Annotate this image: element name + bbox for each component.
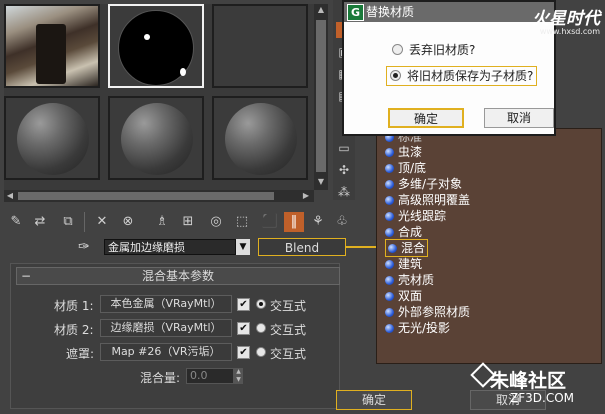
get-material-icon[interactable]: ✎	[6, 212, 26, 232]
list-item[interactable]: 建筑	[385, 256, 422, 272]
sample-slot-env[interactable]	[4, 4, 100, 88]
show-map-icon[interactable]: ⬚	[232, 212, 252, 232]
chevron-down-icon[interactable]: ▼	[236, 239, 250, 255]
material1-label: 材质 1:	[54, 299, 94, 313]
material-ball-icon	[385, 292, 394, 301]
material-ball-icon	[385, 148, 394, 157]
material-ball-icon	[385, 276, 394, 285]
list-item-selected[interactable]: 混合	[385, 239, 429, 257]
list-item[interactable]: 多维/子对象	[385, 176, 462, 192]
go-to-parent-icon[interactable]: ⚘	[308, 212, 328, 232]
material-id-icon[interactable]: ◎	[206, 212, 226, 232]
watermark-url: www.hxsd.com	[539, 27, 600, 36]
interactive-label: 交互式	[270, 323, 307, 337]
go-forward-sibling-icon[interactable]: ♧	[332, 212, 352, 232]
dialog-title: 替换材质	[366, 5, 415, 19]
sphere-preview	[121, 103, 193, 175]
list-item[interactable]: 合成	[385, 224, 422, 240]
options-icon[interactable]: ⁂	[336, 184, 352, 200]
material-ball-icon	[385, 260, 394, 269]
scroll-right-icon[interactable]: ▶	[300, 190, 312, 202]
material-ball-icon	[385, 180, 394, 189]
show-end-result-icon[interactable]: ⬛	[260, 212, 280, 232]
list-item[interactable]: 虫漆	[385, 144, 422, 160]
keep-radio[interactable]	[390, 70, 401, 81]
rollout-title: 混合基本参数	[141, 269, 214, 283]
material2-button[interactable]: 边缘磨损（VRayMtl）	[100, 319, 232, 337]
make-preview-icon[interactable]: ✣	[336, 162, 352, 178]
keep-as-submaterial-option[interactable]: 将旧材质保存为子材质?	[386, 66, 538, 86]
pick-material-icon[interactable]: ✑	[78, 238, 96, 256]
material1-enable-checkbox[interactable]: ✔	[237, 298, 250, 311]
material-ball-icon	[385, 308, 394, 317]
material-toolbar: ✎ ⇄ ⧉ ✕ ⊗ ♗ ⊞ ◎ ⬚ ⬛ ‖ ⚘ ♧	[4, 208, 374, 236]
mix-amount-spinner[interactable]: 0.0	[186, 368, 234, 384]
sphere-preview	[225, 103, 297, 175]
material-ball-icon	[385, 196, 394, 205]
list-item[interactable]: 顶/底	[385, 160, 426, 176]
watermark-brand: 火星时代	[532, 9, 600, 29]
interactive-label: 交互式	[270, 299, 307, 313]
interactive-label: 交互式	[270, 347, 307, 361]
sample-slot-sphere[interactable]	[108, 96, 204, 180]
mask-label: 遮罩:	[66, 347, 95, 361]
watermark-site-url: ZF3D.COM	[510, 391, 574, 405]
make-unique-icon[interactable]: ♗	[152, 212, 172, 232]
material2-enable-checkbox[interactable]: ✔	[237, 322, 250, 335]
material-name-field[interactable]: 金属加边缘磨损	[104, 239, 236, 255]
rollout-header[interactable]: − 混合基本参数	[16, 267, 340, 285]
scroll-up-icon[interactable]: ▲	[315, 4, 327, 16]
put-to-library-icon[interactable]: ⊞	[178, 212, 198, 232]
app-logo-icon: G	[347, 4, 364, 21]
discard-option[interactable]: 丢弃旧材质?	[392, 41, 475, 59]
mask-map-button[interactable]: Map #26（VR污垢）	[100, 343, 232, 361]
sample-slot-empty[interactable]	[212, 4, 308, 88]
mask-enable-checkbox[interactable]: ✔	[237, 346, 250, 359]
list-item[interactable]: 壳材质	[385, 272, 434, 288]
material2-interactive-radio[interactable]	[256, 323, 266, 333]
mix-amount-label: 混合量:	[140, 371, 181, 385]
material1-button[interactable]: 本色金属（VRayMtl）	[100, 295, 232, 313]
assign-to-selection-icon[interactable]: ⧉	[58, 212, 78, 232]
material-ball-icon	[385, 212, 394, 221]
material2-label: 材质 2:	[54, 323, 94, 337]
slots-horizontal-scrollbar[interactable]: ◀ ▶	[4, 190, 314, 202]
sphere-preview	[17, 103, 89, 175]
slots-vertical-scrollbar[interactable]: ▲ ▼	[314, 4, 328, 190]
material-ball-icon	[385, 164, 394, 173]
material-ball-icon	[385, 228, 394, 237]
list-item[interactable]: 外部参照材质	[385, 304, 470, 320]
sample-slot-sphere[interactable]	[4, 96, 100, 180]
material-ball-icon	[385, 324, 394, 333]
material1-interactive-radio[interactable]	[256, 299, 266, 309]
material-ball-icon	[388, 244, 397, 253]
material-type-button[interactable]: Blend	[258, 238, 346, 256]
video-check-icon[interactable]: ▭	[336, 140, 352, 156]
dialog-cancel-button[interactable]: 取消	[484, 108, 554, 128]
list-item[interactable]: 无光/投影	[385, 320, 450, 336]
discard-radio[interactable]	[392, 44, 403, 55]
scroll-down-icon[interactable]: ▼	[315, 176, 327, 188]
put-to-scene-icon[interactable]: ⇄	[30, 212, 50, 232]
list-item[interactable]: 光线跟踪	[385, 208, 446, 224]
sample-slots	[4, 4, 326, 190]
sample-slot-sphere[interactable]	[212, 96, 308, 180]
watermark-site: 朱峰社区	[490, 370, 567, 392]
dialog-ok-button[interactable]: 确定	[388, 108, 464, 128]
ok-button[interactable]: 确定	[336, 390, 412, 410]
show-end-result-active-icon[interactable]: ‖	[284, 212, 304, 232]
sample-slot-active[interactable]	[108, 4, 204, 88]
spinner-arrows-icon[interactable]: ▲ ▼	[234, 368, 243, 384]
copy-material-icon[interactable]: ⊗	[118, 212, 138, 232]
mask-interactive-radio[interactable]	[256, 347, 266, 357]
material-type-list: 标准 虫漆 顶/底 多维/子对象 高级照明覆盖 光线跟踪 合成 混合 建筑 壳材…	[376, 128, 602, 364]
list-item[interactable]: 双面	[385, 288, 422, 304]
scroll-left-icon[interactable]: ◀	[4, 190, 16, 202]
list-item[interactable]: 高级照明覆盖	[385, 192, 470, 208]
reset-icon[interactable]: ✕	[92, 212, 112, 232]
